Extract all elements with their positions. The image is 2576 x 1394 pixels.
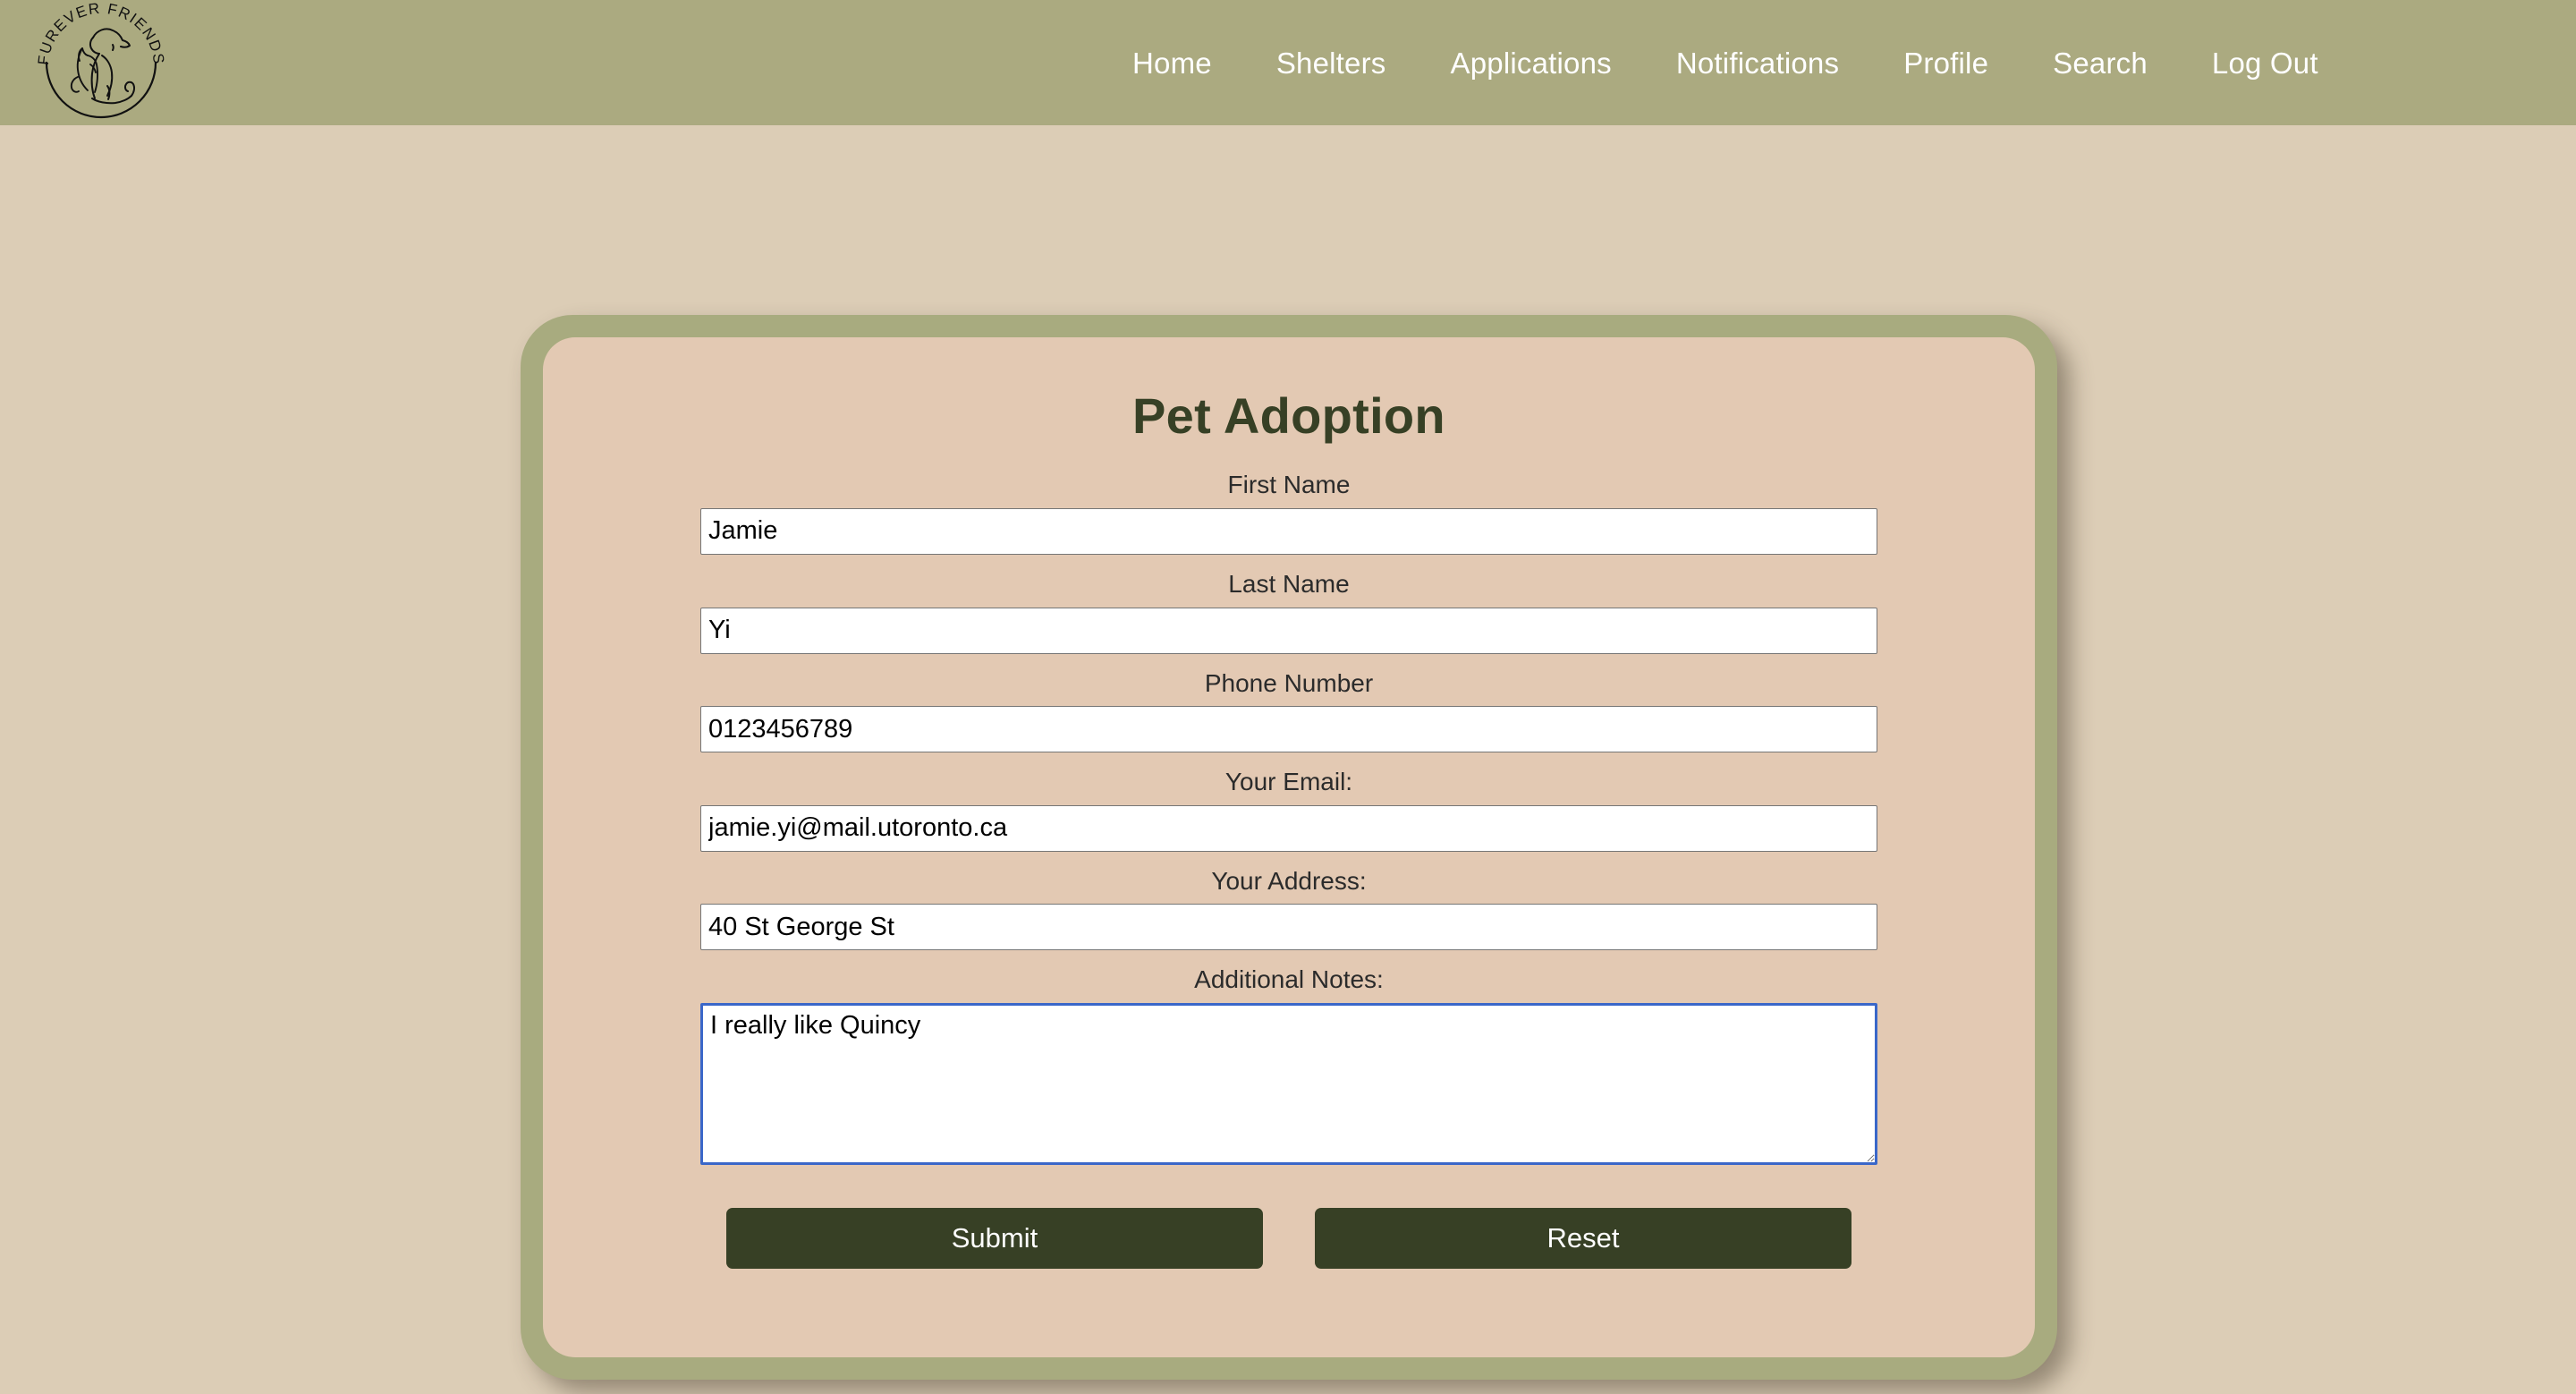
additional-notes-label: Additional Notes:: [1194, 965, 1384, 994]
nav-item-applications[interactable]: Applications: [1419, 48, 1644, 78]
address-input[interactable]: [700, 904, 1877, 951]
pet-adoption-form: First Name Last Name Phone Number Your E…: [700, 445, 1877, 1269]
top-navigation-bar: FUREVER FRIENDS Home Shelters Applicatio…: [0, 0, 2576, 125]
email-input[interactable]: [700, 804, 1877, 852]
nav-item-search[interactable]: Search: [2021, 48, 2180, 78]
address-label: Your Address:: [1211, 866, 1367, 895]
nav-item-profile[interactable]: Profile: [1871, 48, 2021, 78]
svg-text:FUREVER FRIENDS: FUREVER FRIENDS: [35, 0, 167, 66]
first-name-label: First Name: [1227, 471, 1351, 499]
form-actions: Submit Reset: [700, 1207, 1877, 1269]
first-name-input[interactable]: [700, 507, 1877, 555]
phone-number-input[interactable]: [700, 706, 1877, 753]
submit-button[interactable]: Submit: [726, 1207, 1263, 1269]
reset-button[interactable]: Reset: [1315, 1207, 1852, 1269]
furever-friends-logo-icon[interactable]: FUREVER FRIENDS: [34, 0, 168, 129]
nav-links: Home Shelters Applications Notifications…: [1100, 0, 2351, 125]
nav-item-home[interactable]: Home: [1100, 48, 1244, 78]
nav-item-notifications[interactable]: Notifications: [1644, 48, 1871, 78]
nav-item-shelters[interactable]: Shelters: [1244, 48, 1419, 78]
last-name-label: Last Name: [1228, 569, 1350, 598]
additional-notes-textarea[interactable]: [700, 1002, 1877, 1165]
page-title: Pet Adoption: [1132, 387, 1445, 444]
email-label: Your Email:: [1224, 768, 1353, 796]
pet-adoption-card-inner: Pet Adoption First Name Last Name Phone …: [543, 337, 2035, 1357]
nav-item-log-out[interactable]: Log Out: [2180, 48, 2351, 78]
phone-number-label: Phone Number: [1204, 668, 1374, 697]
last-name-input[interactable]: [700, 607, 1877, 654]
pet-adoption-card: Pet Adoption First Name Last Name Phone …: [521, 315, 2057, 1380]
